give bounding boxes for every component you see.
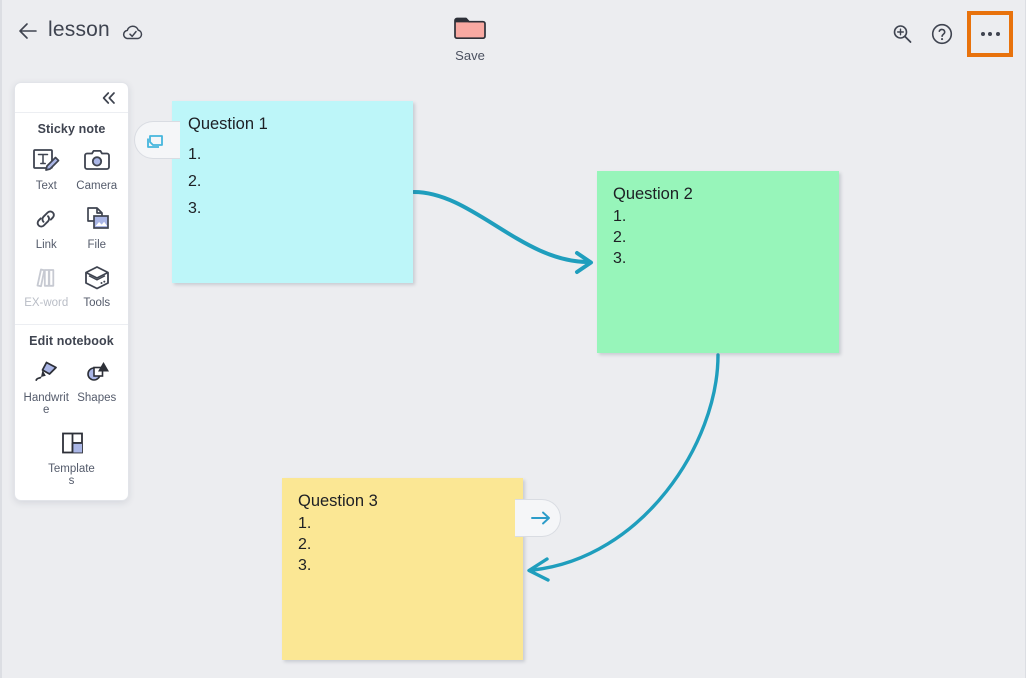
save-button[interactable]: Save [442, 10, 498, 63]
note-bullet: 1. [188, 146, 202, 163]
sticky-note[interactable]: Question 3 1. 2. 3. [282, 478, 561, 660]
note-bullet: 3. [298, 557, 312, 574]
note-duplicate-button[interactable] [134, 121, 180, 159]
note-title: Question 2 [613, 185, 693, 203]
note-bullet: 1. [298, 515, 312, 532]
note-bullet: 2. [188, 173, 202, 190]
document-title: lesson [48, 18, 110, 41]
folder-icon [442, 10, 498, 46]
sticky-note[interactable]: Question 1 1. 2. 3. [134, 101, 413, 283]
note-next-button[interactable] [515, 499, 561, 537]
header-actions [887, 11, 1013, 57]
arrow-right-icon [530, 511, 550, 525]
note-bullet: 3. [613, 250, 627, 267]
zoom-in-button[interactable] [887, 19, 917, 49]
note-title: Question 1 [188, 115, 268, 133]
arrowhead-q2 [575, 251, 593, 274]
arrow-left-icon [19, 23, 37, 39]
back-button[interactable] [14, 17, 42, 45]
note-bullet: 2. [613, 229, 627, 246]
help-circle-icon [931, 23, 953, 45]
notebook-canvas[interactable]: Question 1 1. 2. 3. Question 2 1. 2. 3. … [2, 74, 1025, 678]
more-horizontal-icon [980, 32, 1000, 36]
cloud-sync-icon[interactable] [120, 20, 146, 46]
app-window: lesson Save Sticky note Text Camera Link… [0, 0, 1026, 678]
connector-q1-q2 [412, 190, 590, 264]
app-header: lesson Save [2, 0, 1025, 74]
connector-q2-q3 [531, 353, 720, 572]
save-label: Save [455, 48, 485, 63]
note-title: Question 3 [298, 492, 378, 510]
note-bullet: 3. [188, 200, 202, 217]
arrowhead-q3 [527, 557, 550, 582]
zoom-in-icon [893, 25, 912, 43]
note-bullet: 2. [298, 536, 312, 553]
duplicate-windows-icon [146, 135, 163, 148]
sticky-note[interactable]: Question 2 1. 2. 3. [597, 171, 839, 353]
note-bullet: 1. [613, 208, 627, 225]
more-options-button[interactable] [967, 11, 1013, 57]
help-button[interactable] [927, 19, 957, 49]
